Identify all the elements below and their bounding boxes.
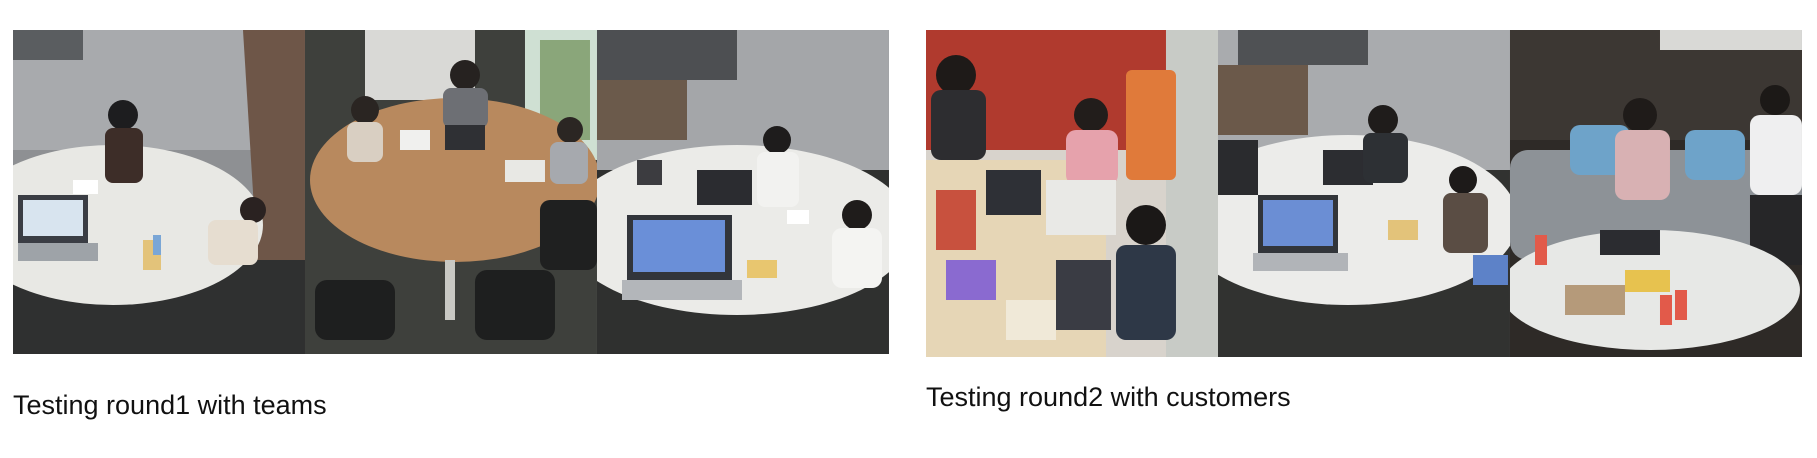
photo-strip-round1: [13, 30, 889, 354]
page: Testing round1 with teams Testing round2…: [0, 0, 1817, 458]
meeting-photo-2-image: [304, 30, 597, 354]
meeting-photo-4: [926, 30, 1218, 357]
meeting-photo-6: [1509, 30, 1802, 357]
caption-round2: Testing round2 with customers: [926, 382, 1291, 412]
meeting-photo-4-image: [926, 30, 1218, 357]
caption-round1: Testing round1 with teams: [13, 390, 327, 420]
meeting-photo-2: [304, 30, 597, 354]
meeting-photo-5: [1217, 30, 1510, 357]
meeting-photo-3: [596, 30, 889, 354]
photo-strip-round2: [926, 30, 1802, 357]
meeting-photo-1: [13, 30, 305, 354]
meeting-photo-1-image: [13, 30, 305, 354]
meeting-photo-3-image: [596, 30, 889, 354]
meeting-photo-5-image: [1217, 30, 1510, 357]
meeting-photo-6-image: [1509, 30, 1802, 357]
